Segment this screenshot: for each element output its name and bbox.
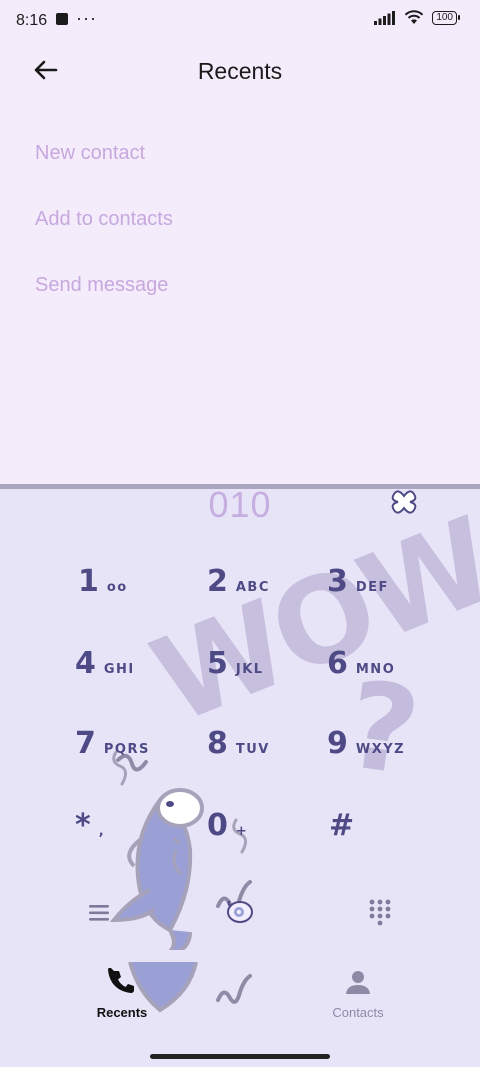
tab-label: Contacts [332, 1005, 384, 1020]
key-letters: GHI [103, 662, 135, 677]
key-7[interactable]: 7 PQRS [75, 726, 150, 761]
key-5[interactable]: 5 JKL [207, 646, 264, 681]
key-hash[interactable]: # [329, 808, 362, 843]
key-letters: ABC [235, 580, 270, 595]
key-digit: 7 [75, 726, 96, 761]
key-letters: PQRS [103, 742, 150, 757]
home-indicator[interactable] [150, 1054, 330, 1059]
key-digit: * [75, 808, 91, 843]
key-3[interactable]: 3 DEF [327, 564, 389, 599]
key-letters: , [98, 824, 106, 839]
status-time: 8:16 [16, 12, 48, 29]
battery-level: 100 [432, 10, 457, 25]
key-digit: 2 [207, 564, 228, 599]
new-contact-option[interactable]: New contact [35, 142, 145, 165]
signal-icon [374, 10, 396, 25]
status-icons: 100 [374, 10, 460, 25]
key-letters: MNO [355, 662, 396, 677]
key-digit: 3 [327, 564, 348, 599]
key-digit: 5 [207, 646, 228, 681]
add-to-contacts-option[interactable]: Add to contacts [35, 208, 173, 231]
hamburger-menu-icon[interactable] [88, 902, 112, 924]
call-button-icon[interactable] [224, 898, 256, 926]
phone-icon [108, 967, 134, 993]
key-digit: 1 [78, 564, 99, 599]
key-letters: DEF [355, 580, 389, 595]
backspace-icon[interactable] [388, 488, 420, 516]
voicemail-icon: oo [106, 580, 128, 595]
key-digit: 4 [75, 646, 96, 681]
key-8[interactable]: 8 TUV [207, 726, 270, 761]
page-title: Recents [197, 58, 283, 84]
key-2[interactable]: 2 ABC [207, 564, 270, 599]
key-letters: WXYZ [355, 742, 406, 757]
key-digit: 0 [207, 808, 228, 843]
tab-recents[interactable]: Recents [52, 967, 192, 1020]
key-digit: # [329, 808, 355, 843]
key-6[interactable]: 6 MNO [327, 646, 395, 681]
notification-icon [56, 13, 68, 25]
key-letters: + [235, 824, 249, 839]
key-1[interactable]: 1 oo [78, 564, 128, 599]
header: Recents [0, 42, 480, 98]
battery-icon: 100 [432, 10, 460, 25]
wifi-icon [405, 10, 424, 24]
tab-label: Recents [96, 1005, 148, 1020]
key-0[interactable]: 0 + [207, 808, 248, 843]
person-icon [346, 971, 370, 994]
dialpad-icon[interactable] [368, 898, 392, 926]
key-4[interactable]: 4 GHI [75, 646, 135, 681]
bottom-nav: Recents Contacts [0, 960, 480, 1032]
key-star[interactable]: * , [75, 808, 105, 843]
key-letters: TUV [235, 742, 270, 757]
key-digit: 9 [327, 726, 348, 761]
send-message-option[interactable]: Send message [35, 274, 168, 297]
tab-contacts[interactable]: Contacts [288, 968, 428, 1020]
key-letters: JKL [235, 662, 264, 677]
key-digit: 6 [327, 646, 348, 681]
key-9[interactable]: 9 WXYZ [327, 726, 405, 761]
more-notifications-icon: ··· [76, 8, 97, 28]
status-bar: 8:16 ··· 100 [0, 0, 480, 42]
key-digit: 8 [207, 726, 228, 761]
